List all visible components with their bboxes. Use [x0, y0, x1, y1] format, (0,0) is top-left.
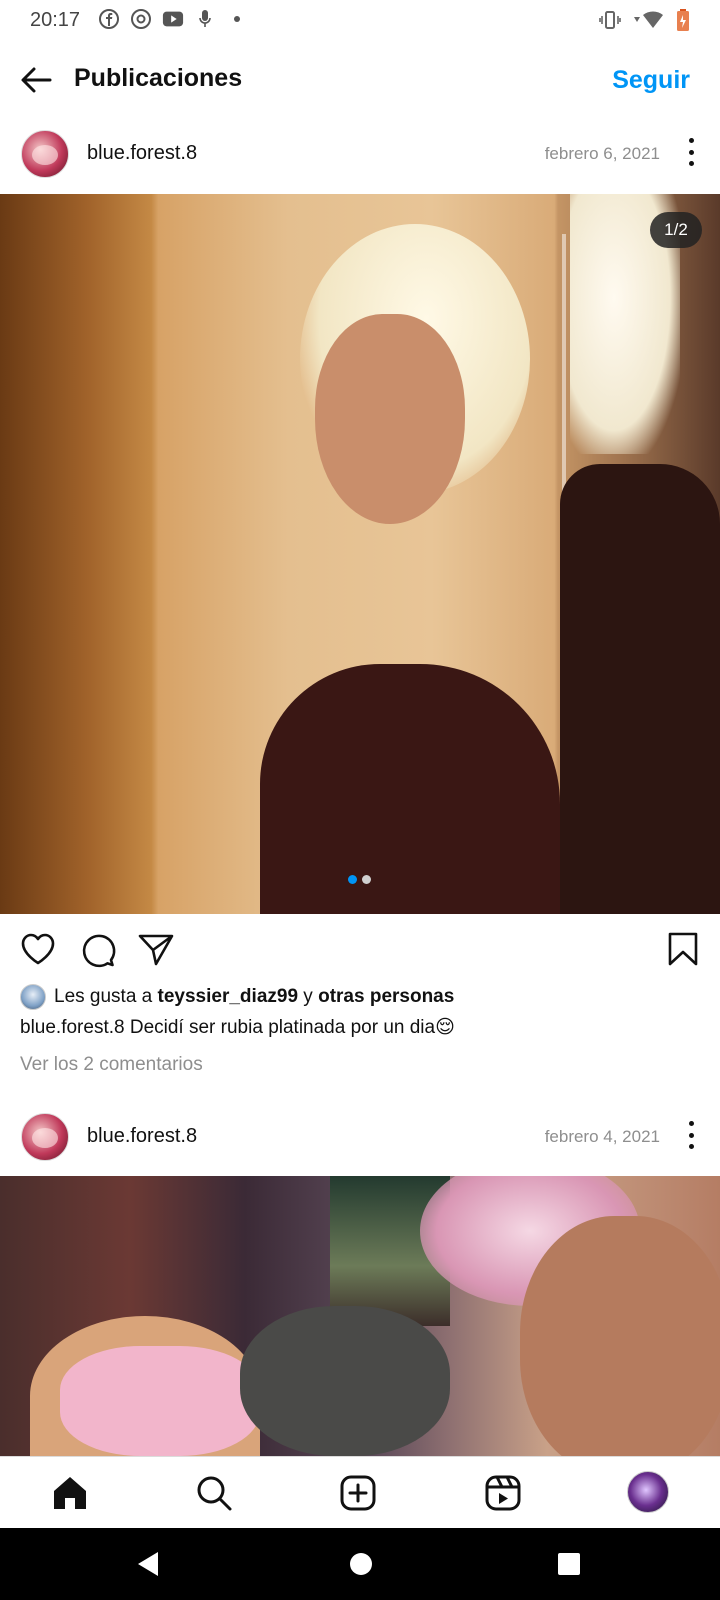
comment-icon[interactable]	[79, 930, 117, 968]
new-post-icon[interactable]	[338, 1473, 378, 1513]
more-options-icon[interactable]	[684, 1121, 698, 1149]
caption-username[interactable]: blue.forest.8	[20, 1017, 125, 1038]
carousel-dot	[362, 875, 371, 884]
photo-face	[520, 1216, 720, 1456]
bottom-nav	[0, 1456, 720, 1528]
post-header: blue.forest.8 febrero 6, 2021	[0, 120, 720, 190]
avatar[interactable]	[21, 1113, 69, 1161]
heart-icon[interactable]	[19, 930, 57, 968]
likes-line[interactable]: Les gusta a teyssier_diaz99 y otras pers…	[20, 982, 454, 1012]
post-header: blue.forest.8 febrero 4, 2021	[0, 1103, 720, 1173]
liked-by-user[interactable]: teyssier_diaz99	[158, 986, 299, 1008]
post-date: febrero 4, 2021	[544, 1127, 660, 1146]
home-icon[interactable]	[50, 1473, 90, 1513]
post-username[interactable]: blue.forest.8	[87, 142, 197, 165]
system-nav-bar	[0, 1528, 720, 1600]
liker-avatar	[20, 984, 46, 1010]
recents-square-icon[interactable]	[557, 1550, 581, 1583]
follow-button[interactable]: Seguir	[612, 66, 690, 95]
back-arrow-icon[interactable]	[18, 62, 54, 98]
photo-hoodie	[260, 664, 560, 914]
photo-reflection-hood	[560, 464, 720, 914]
status-bar: 20:17	[0, 0, 720, 40]
more-options-icon[interactable]	[684, 138, 698, 166]
likes-mid: y	[298, 986, 319, 1007]
back-triangle-icon[interactable]	[136, 1550, 160, 1583]
chrome-icon	[130, 8, 152, 30]
mic-icon	[194, 8, 216, 30]
likes-others[interactable]: otras personas	[318, 986, 454, 1008]
profile-avatar[interactable]	[627, 1471, 669, 1513]
share-icon[interactable]	[137, 930, 175, 968]
caption-text: Decidí ser rubia platinada por un dia😌	[124, 1017, 455, 1038]
dot-icon	[226, 8, 248, 30]
post-actions	[0, 922, 720, 978]
photo-face	[315, 314, 465, 524]
battery-icon	[676, 8, 690, 32]
view-comments-link[interactable]: Ver los 2 comentarios	[20, 1054, 203, 1076]
photo-pink-garment	[60, 1346, 260, 1456]
avatar[interactable]	[21, 130, 69, 178]
search-icon[interactable]	[194, 1473, 234, 1513]
carousel-counter: 1/2	[650, 212, 702, 248]
bookmark-icon[interactable]	[664, 930, 702, 968]
wifi-icon	[632, 9, 666, 31]
post-date: febrero 6, 2021	[544, 144, 660, 163]
carousel-dot-active	[348, 875, 357, 884]
youtube-icon	[162, 8, 184, 30]
home-circle-icon[interactable]	[349, 1550, 373, 1583]
likes-prefix: Les gusta a	[54, 986, 158, 1007]
reels-icon[interactable]	[483, 1473, 523, 1513]
post-photo[interactable]	[0, 1176, 720, 1456]
status-time: 20:17	[30, 9, 81, 31]
carousel-dots	[348, 875, 371, 884]
post-photo[interactable]: 1/2	[0, 194, 720, 914]
post-username[interactable]: blue.forest.8	[87, 1125, 197, 1148]
page-title: Publicaciones	[74, 64, 243, 92]
app-header: Publicaciones Seguir	[0, 44, 720, 120]
facebook-icon	[98, 8, 120, 30]
vibrate-icon	[598, 9, 622, 31]
post-caption: blue.forest.8 Decidí ser rubia platinada…	[20, 1016, 455, 1039]
photo-tattoo	[240, 1306, 450, 1456]
